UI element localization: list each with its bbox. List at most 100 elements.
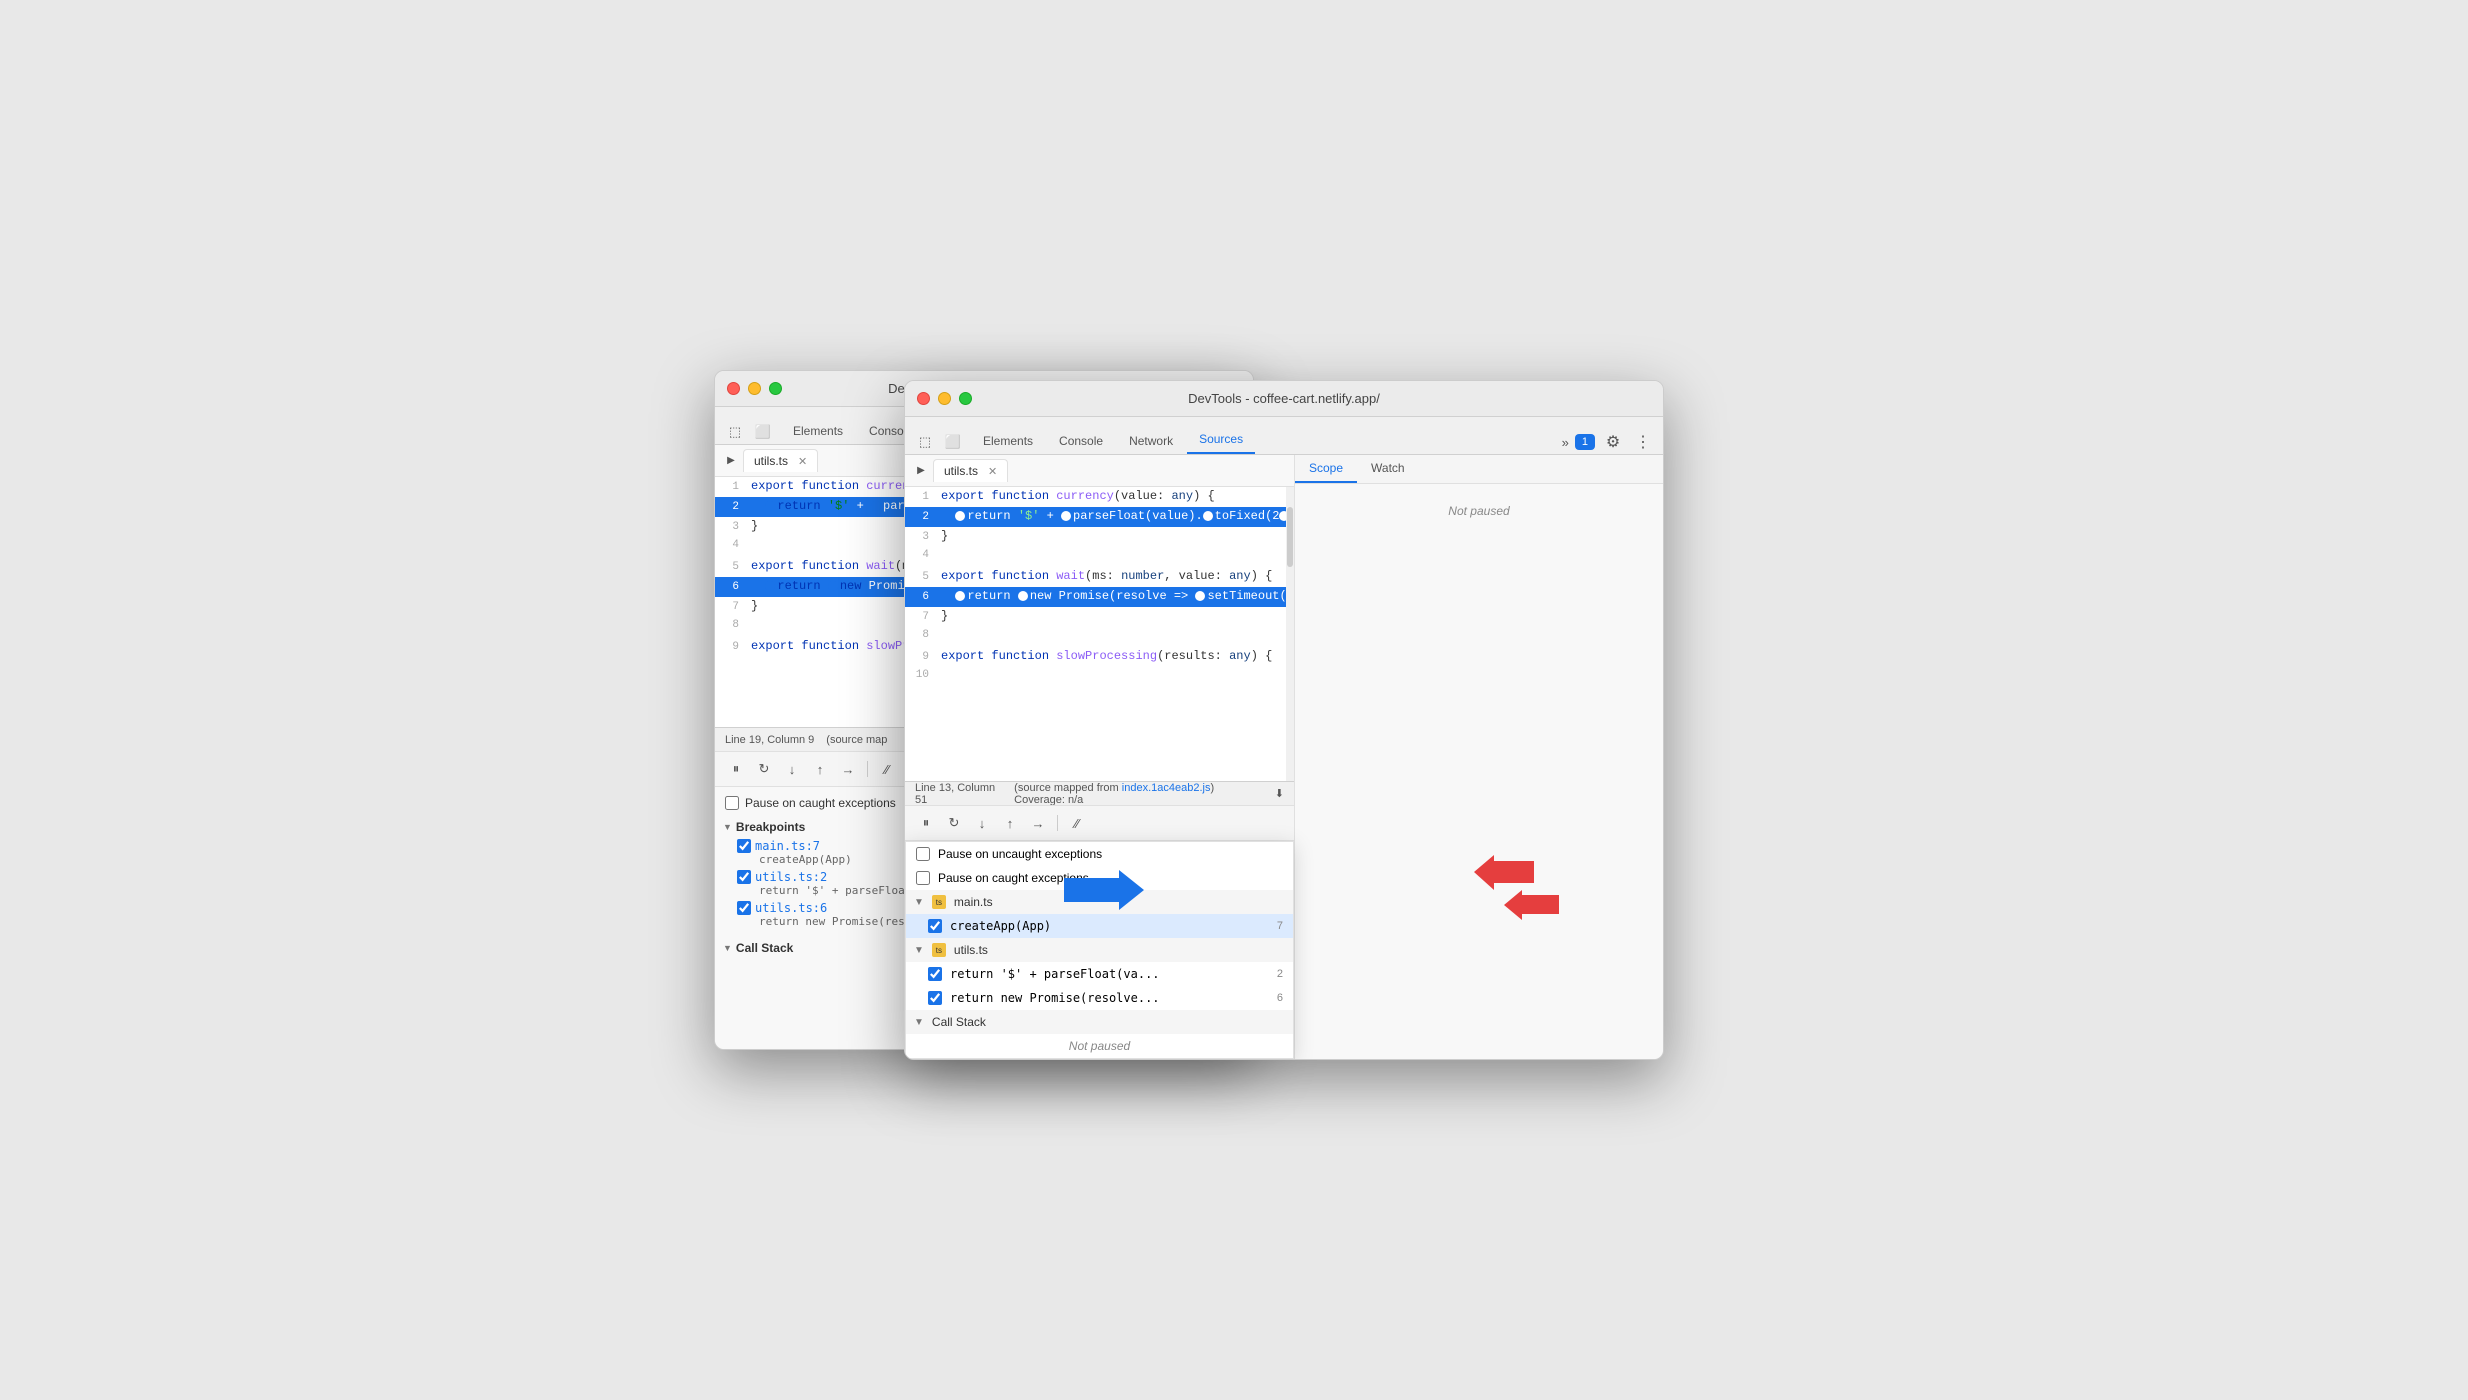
play-icon-back[interactable]: ▶ xyxy=(719,449,743,473)
red-arrow-1 xyxy=(1474,855,1534,895)
more-icon-front[interactable]: ⋮ xyxy=(1631,430,1655,454)
bp-promise-line: 6 xyxy=(1277,992,1283,1004)
maximize-button-back[interactable] xyxy=(769,382,782,395)
more-tabs-icon[interactable]: » xyxy=(1562,435,1569,450)
status-sourcemap-back: (source map xyxy=(826,734,887,746)
code-line-8-front: 8 xyxy=(905,627,1294,647)
bp-parsefloat-label: return '$' + parseFloat(va... xyxy=(950,967,1160,981)
play-icon-front[interactable]: ▶ xyxy=(909,459,933,483)
pause-uncaught-check[interactable] xyxy=(916,847,930,861)
pause-caught-checkbox-back[interactable] xyxy=(725,796,739,810)
scrollbar-front[interactable] xyxy=(1286,487,1294,781)
main-ts-label: main.ts xyxy=(954,895,993,909)
tab-sources-front[interactable]: Sources xyxy=(1187,426,1255,454)
mobile-icon-front[interactable]: ⬜ xyxy=(941,430,965,454)
title-bar-front: DevTools - coffee-cart.netlify.app/ xyxy=(905,381,1663,417)
call-stack-header-front: ▼ Call Stack xyxy=(906,1010,1293,1034)
file-tab-label-back: utils.ts xyxy=(754,454,788,468)
maximize-button-front[interactable] xyxy=(959,392,972,405)
call-stack-triangle-front: ▼ xyxy=(914,1017,924,1028)
cursor-icon-front[interactable]: ⬚ xyxy=(913,430,937,454)
deactivate-btn-back[interactable]: ⁄⁄ xyxy=(876,758,898,780)
toolbar-sep-front xyxy=(1057,815,1058,831)
bp-utils6-check-back[interactable] xyxy=(737,901,751,915)
bp-createapp-check[interactable] xyxy=(928,919,942,933)
code-line-3-front: 3 } xyxy=(905,527,1294,547)
step-over-btn-back[interactable]: ↻ xyxy=(753,758,775,780)
mobile-icon[interactable]: ⬜ xyxy=(751,420,775,444)
bp-parsefloat-row[interactable]: return '$' + parseFloat(va... 2 xyxy=(906,962,1293,986)
minimize-button-front[interactable] xyxy=(938,392,951,405)
bp-promise-row[interactable]: return new Promise(resolve... 6 xyxy=(906,986,1293,1010)
step-out-btn-back[interactable]: ↑ xyxy=(809,758,831,780)
tab-elements-front[interactable]: Elements xyxy=(971,428,1045,454)
tab-icons-back: ⬚ ⬜ xyxy=(723,420,779,444)
triangle-icon-back: ▼ xyxy=(723,822,732,832)
window-title-front: DevTools - coffee-cart.netlify.app/ xyxy=(1188,391,1380,406)
bp-createapp-row[interactable]: createApp(App) 7 xyxy=(906,914,1293,938)
tab-console-front[interactable]: Console xyxy=(1047,428,1115,454)
status-sourcemap-front: (source mapped from index.1ac4eab2.js) C… xyxy=(1014,782,1263,806)
call-stack-label-back: Call Stack xyxy=(736,941,793,955)
code-line-2-front: 2 return '$' + parseFloat(value).toFixed… xyxy=(905,507,1294,527)
status-position-back: Line 19, Column 9 xyxy=(725,734,814,746)
step-into-btn-back[interactable]: ↓ xyxy=(781,758,803,780)
code-line-4-front: 4 xyxy=(905,547,1294,567)
bp-utils2-check-back[interactable] xyxy=(737,870,751,884)
file-tab-close-front[interactable]: ✕ xyxy=(988,465,997,478)
pause-caught-check[interactable] xyxy=(916,871,930,885)
close-button-front[interactable] xyxy=(917,392,930,405)
tab-icons-front: ⬚ ⬜ xyxy=(913,430,969,454)
breakpoints-label-back: Breakpoints xyxy=(736,820,805,834)
status-link-front[interactable]: index.1ac4eab2.js xyxy=(1122,782,1211,794)
file-tab-utils-front[interactable]: utils.ts ✕ xyxy=(933,459,1008,482)
continue-btn-back[interactable]: → xyxy=(837,758,859,780)
deactivate-btn-front[interactable]: ⁄⁄ xyxy=(1066,812,1088,834)
status-position-front: Line 13, Column 51 xyxy=(915,782,1002,806)
badge-count[interactable]: 1 xyxy=(1575,434,1595,450)
close-button-back[interactable] xyxy=(727,382,740,395)
main-ts-triangle: ▼ xyxy=(914,897,924,908)
continue-btn-front[interactable]: → xyxy=(1027,812,1049,834)
step-out-btn-front[interactable]: ↑ xyxy=(999,812,1021,834)
bp-utils6-label-back: utils.ts:6 xyxy=(755,901,827,915)
pause-uncaught-label: Pause on uncaught exceptions xyxy=(938,847,1102,861)
cursor-icon[interactable]: ⬚ xyxy=(723,420,747,444)
status-bar-front: Line 13, Column 51 (source mapped from i… xyxy=(905,781,1294,805)
tab-elements-back[interactable]: Elements xyxy=(781,418,855,444)
window-controls-front xyxy=(917,392,972,405)
pause-btn-back[interactable]: ⏸ xyxy=(725,758,747,780)
download-icon-front[interactable]: ⬇ xyxy=(1275,787,1284,800)
left-sidebar-front: ▶ utils.ts ✕ 1 export function currency(… xyxy=(905,455,1295,1059)
utils-ts-label: utils.ts xyxy=(954,943,988,957)
bp-utils2-label-back: utils.ts:2 xyxy=(755,870,827,884)
not-paused-msg: Not paused xyxy=(1295,484,1663,538)
devtools-window-front: DevTools - coffee-cart.netlify.app/ ⬚ ⬜ … xyxy=(904,380,1664,1060)
pause-btn-front[interactable]: ⏸ xyxy=(915,812,937,834)
watch-tab[interactable]: Watch xyxy=(1357,455,1419,483)
bp-promise-check[interactable] xyxy=(928,991,942,1005)
red-arrow-2 xyxy=(1504,890,1559,925)
step-over-btn-front[interactable]: ↻ xyxy=(943,812,965,834)
window-controls-back xyxy=(727,382,782,395)
tab-network-front[interactable]: Network xyxy=(1117,428,1185,454)
bp-createapp-label: createApp(App) xyxy=(950,919,1051,933)
debugger-toolbar-front: ⏸ ↻ ↓ ↑ → ⁄⁄ xyxy=(905,805,1294,841)
code-editor-front: 1 export function currency(value: any) {… xyxy=(905,487,1294,781)
file-tab-bar-front: ▶ utils.ts ✕ xyxy=(905,455,1294,487)
bp-main-check-back[interactable] xyxy=(737,839,751,853)
settings-icon-front[interactable]: ⚙ xyxy=(1601,430,1625,454)
step-into-btn-front[interactable]: ↓ xyxy=(971,812,993,834)
utils-ts-triangle: ▼ xyxy=(914,945,924,956)
file-tab-close-back[interactable]: ✕ xyxy=(798,455,807,468)
main-content-front: ▶ utils.ts ✕ 1 export function currency(… xyxy=(905,455,1663,1059)
minimize-button-back[interactable] xyxy=(748,382,761,395)
code-line-6-front: 6 return new Promise(resolve => setTimeo… xyxy=(905,587,1294,607)
code-line-9-front: 9 export function slowProcessing(results… xyxy=(905,647,1294,667)
scope-tab[interactable]: Scope xyxy=(1295,455,1357,483)
code-line-5-front: 5 export function wait(ms: number, value… xyxy=(905,567,1294,587)
file-tab-utils-back[interactable]: utils.ts ✕ xyxy=(743,449,818,472)
scroll-thumb-front[interactable] xyxy=(1287,507,1293,567)
bp-parsefloat-check[interactable] xyxy=(928,967,942,981)
blue-arrow xyxy=(1064,870,1144,915)
